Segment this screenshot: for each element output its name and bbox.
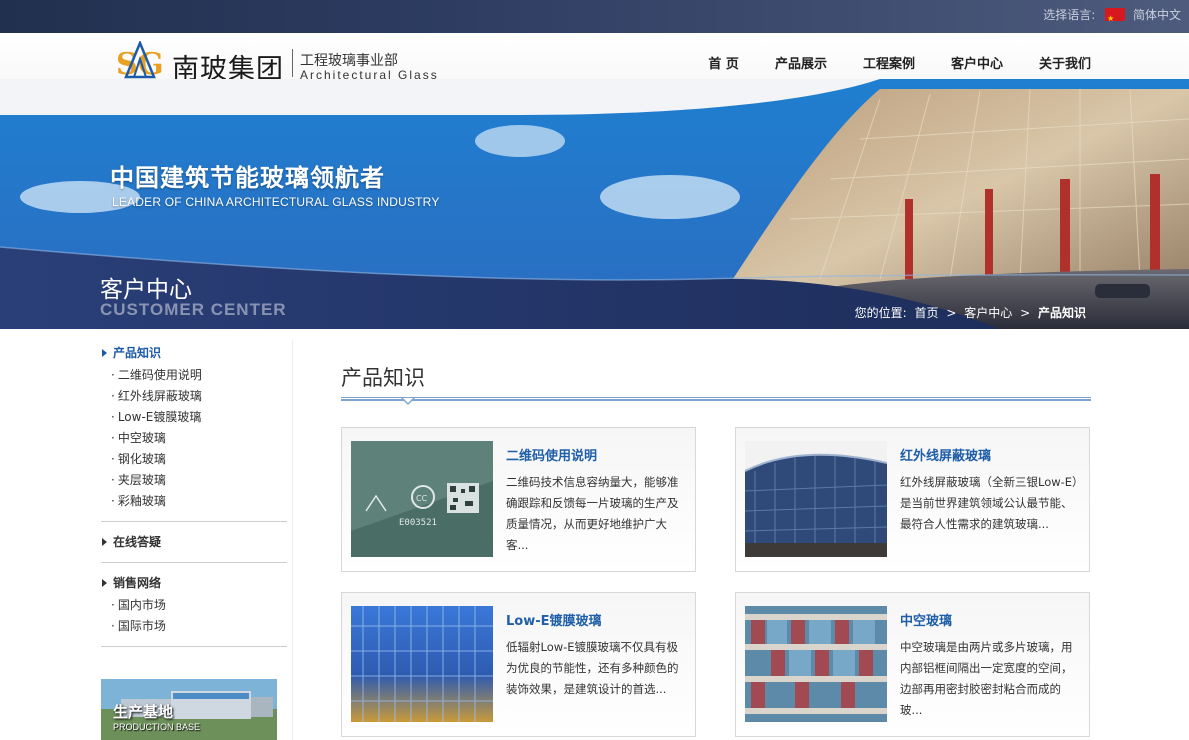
sidebar-section-product-knowledge: 产品知识 二维码使用说明 红外线屏蔽玻璃 Low-E镀膜玻璃 中空玻璃 钢化玻璃… <box>101 341 287 522</box>
production-base-title-cn: 生产基地 <box>113 703 174 721</box>
svg-text:E003521: E003521 <box>399 518 437 528</box>
card-title[interactable]: Low-E镀膜玻璃 <box>506 610 602 629</box>
section-title: 产品知识 <box>341 366 425 390</box>
language-label: 选择语言: <box>1043 8 1096 22</box>
nav-about-us[interactable]: 关于我们 <box>1039 53 1091 72</box>
sidebar-item-glazed-glass[interactable]: 彩釉玻璃 <box>101 491 287 512</box>
breadcrumb-current: 产品知识 <box>1037 306 1086 320</box>
nav-projects[interactable]: 工程案例 <box>863 53 915 72</box>
sidebar-item-qr-code[interactable]: 二维码使用说明 <box>101 365 287 386</box>
china-flag-icon <box>1105 4 1126 34</box>
product-card[interactable]: Low-E镀膜玻璃 低辐射Low-E镀膜玻璃不仅具有极为优良的节能性，还有多种颜… <box>341 592 696 737</box>
sidebar-item-domestic-market[interactable]: 国内市场 <box>101 595 287 616</box>
card-title[interactable]: 红外线屏蔽玻璃 <box>900 445 991 464</box>
sidebar-section-sales-network: 销售网络 国内市场 国际市场 <box>101 563 287 647</box>
card-title[interactable]: 中空玻璃 <box>900 610 952 629</box>
page-title-cn: 客户中心 <box>100 277 192 303</box>
banner-slogan-cn: 中国建筑节能玻璃领航者 <box>110 164 385 192</box>
main-nav: 首 页 产品展示 工程案例 客户中心 关于我们 <box>672 53 1091 72</box>
banner-slogan-en: LEADER OF CHINA ARCHITECTURAL GLASS INDU… <box>112 195 440 209</box>
product-card[interactable]: 红外线屏蔽玻璃 红外线屏蔽玻璃（全新三银Low-E）是当前世界建筑领域公认最节能… <box>735 427 1090 572</box>
svg-text:CC: CC <box>416 494 428 503</box>
card-description: 红外线屏蔽玻璃（全新三银Low-E）是当前世界建筑领域公认最节能、最符合人性需求… <box>900 475 1078 531</box>
language-selector[interactable]: 选择语言: 简体中文 <box>1043 0 1181 34</box>
production-base-banner[interactable]: 生产基地 PRODUCTION BASE <box>101 679 277 740</box>
breadcrumb: 您的位置: 首页 > 客户中心 > 产品知识 <box>855 304 1090 321</box>
sg-logo-icon: S G <box>116 41 164 81</box>
breadcrumb-separator: > <box>1020 306 1031 320</box>
sidebar-heading-online-qa[interactable]: 在线答疑 <box>101 530 287 554</box>
card-description: 二维码技术信息容纳量大，能够准确跟踪和反馈每一片玻璃的生产及质量情况，从而更好地… <box>506 475 679 552</box>
nav-home[interactable]: 首 页 <box>708 53 739 72</box>
sidebar-heading-product-knowledge[interactable]: 产品知识 <box>101 341 287 365</box>
card-title[interactable]: 二维码使用说明 <box>506 445 597 464</box>
title-underline <box>341 397 1091 401</box>
logo-divider <box>292 49 293 77</box>
sidebar-shadow-divider <box>292 340 293 740</box>
lowe-glass-facade-image[interactable] <box>351 606 493 722</box>
sidebar-item-insulating-glass[interactable]: 中空玻璃 <box>101 428 287 449</box>
product-card[interactable]: CC E003521 二维码使用说明 二维码技术信息容纳量大，能够准确跟踪和反馈… <box>341 427 696 572</box>
hero-banner: 中国建筑节能玻璃领航者 LEADER OF CHINA ARCHITECTURA… <box>0 79 1189 329</box>
breadcrumb-label: 您的位置: <box>854 306 907 320</box>
logo-division-cn: 工程玻璃事业部 <box>300 53 398 69</box>
qr-glass-image[interactable]: CC E003521 <box>351 441 493 557</box>
nav-customer-center[interactable]: 客户中心 <box>951 53 1003 72</box>
breadcrumb-customer-center[interactable]: 客户中心 <box>964 306 1012 320</box>
top-bar: 选择语言: 简体中文 <box>0 0 1189 34</box>
sidebar-item-laminated-glass[interactable]: 夹层玻璃 <box>101 470 287 491</box>
sidebar-item-international-market[interactable]: 国际市场 <box>101 616 287 637</box>
page-title-en: CUSTOMER CENTER <box>100 300 287 319</box>
insulating-glass-facade-image[interactable] <box>745 606 887 722</box>
sidebar-item-infrared-glass[interactable]: 红外线屏蔽玻璃 <box>101 386 287 407</box>
sidebar-item-lowe-glass[interactable]: Low-E镀膜玻璃 <box>101 407 287 428</box>
sidebar-item-tempered-glass[interactable]: 钢化玻璃 <box>101 449 287 470</box>
nav-products[interactable]: 产品展示 <box>775 53 827 72</box>
breadcrumb-home[interactable]: 首页 <box>915 306 939 320</box>
sidebar-heading-sales-network[interactable]: 销售网络 <box>101 571 287 595</box>
language-value[interactable]: 简体中文 <box>1133 8 1181 22</box>
curtain-wall-building-image[interactable] <box>745 441 887 557</box>
breadcrumb-separator: > <box>946 306 957 320</box>
card-description: 低辐射Low-E镀膜玻璃不仅具有极为优良的节能性，还有多种颜色的装饰效果，是建筑… <box>506 640 679 696</box>
product-card[interactable]: 中空玻璃 中空玻璃是由两片或多片玻璃，用内部铝框间隔出一定宽度的空间，边部再用密… <box>735 592 1090 737</box>
card-description: 中空玻璃是由两片或多片玻璃，用内部铝框间隔出一定宽度的空间，边部再用密封胶密封粘… <box>900 640 1073 717</box>
title-notch-inner <box>403 398 413 403</box>
production-base-title-en: PRODUCTION BASE <box>113 722 201 732</box>
sidebar: 产品知识 二维码使用说明 红外线屏蔽玻璃 Low-E镀膜玻璃 中空玻璃 钢化玻璃… <box>101 341 287 647</box>
sidebar-section-online-qa: 在线答疑 <box>101 522 287 563</box>
